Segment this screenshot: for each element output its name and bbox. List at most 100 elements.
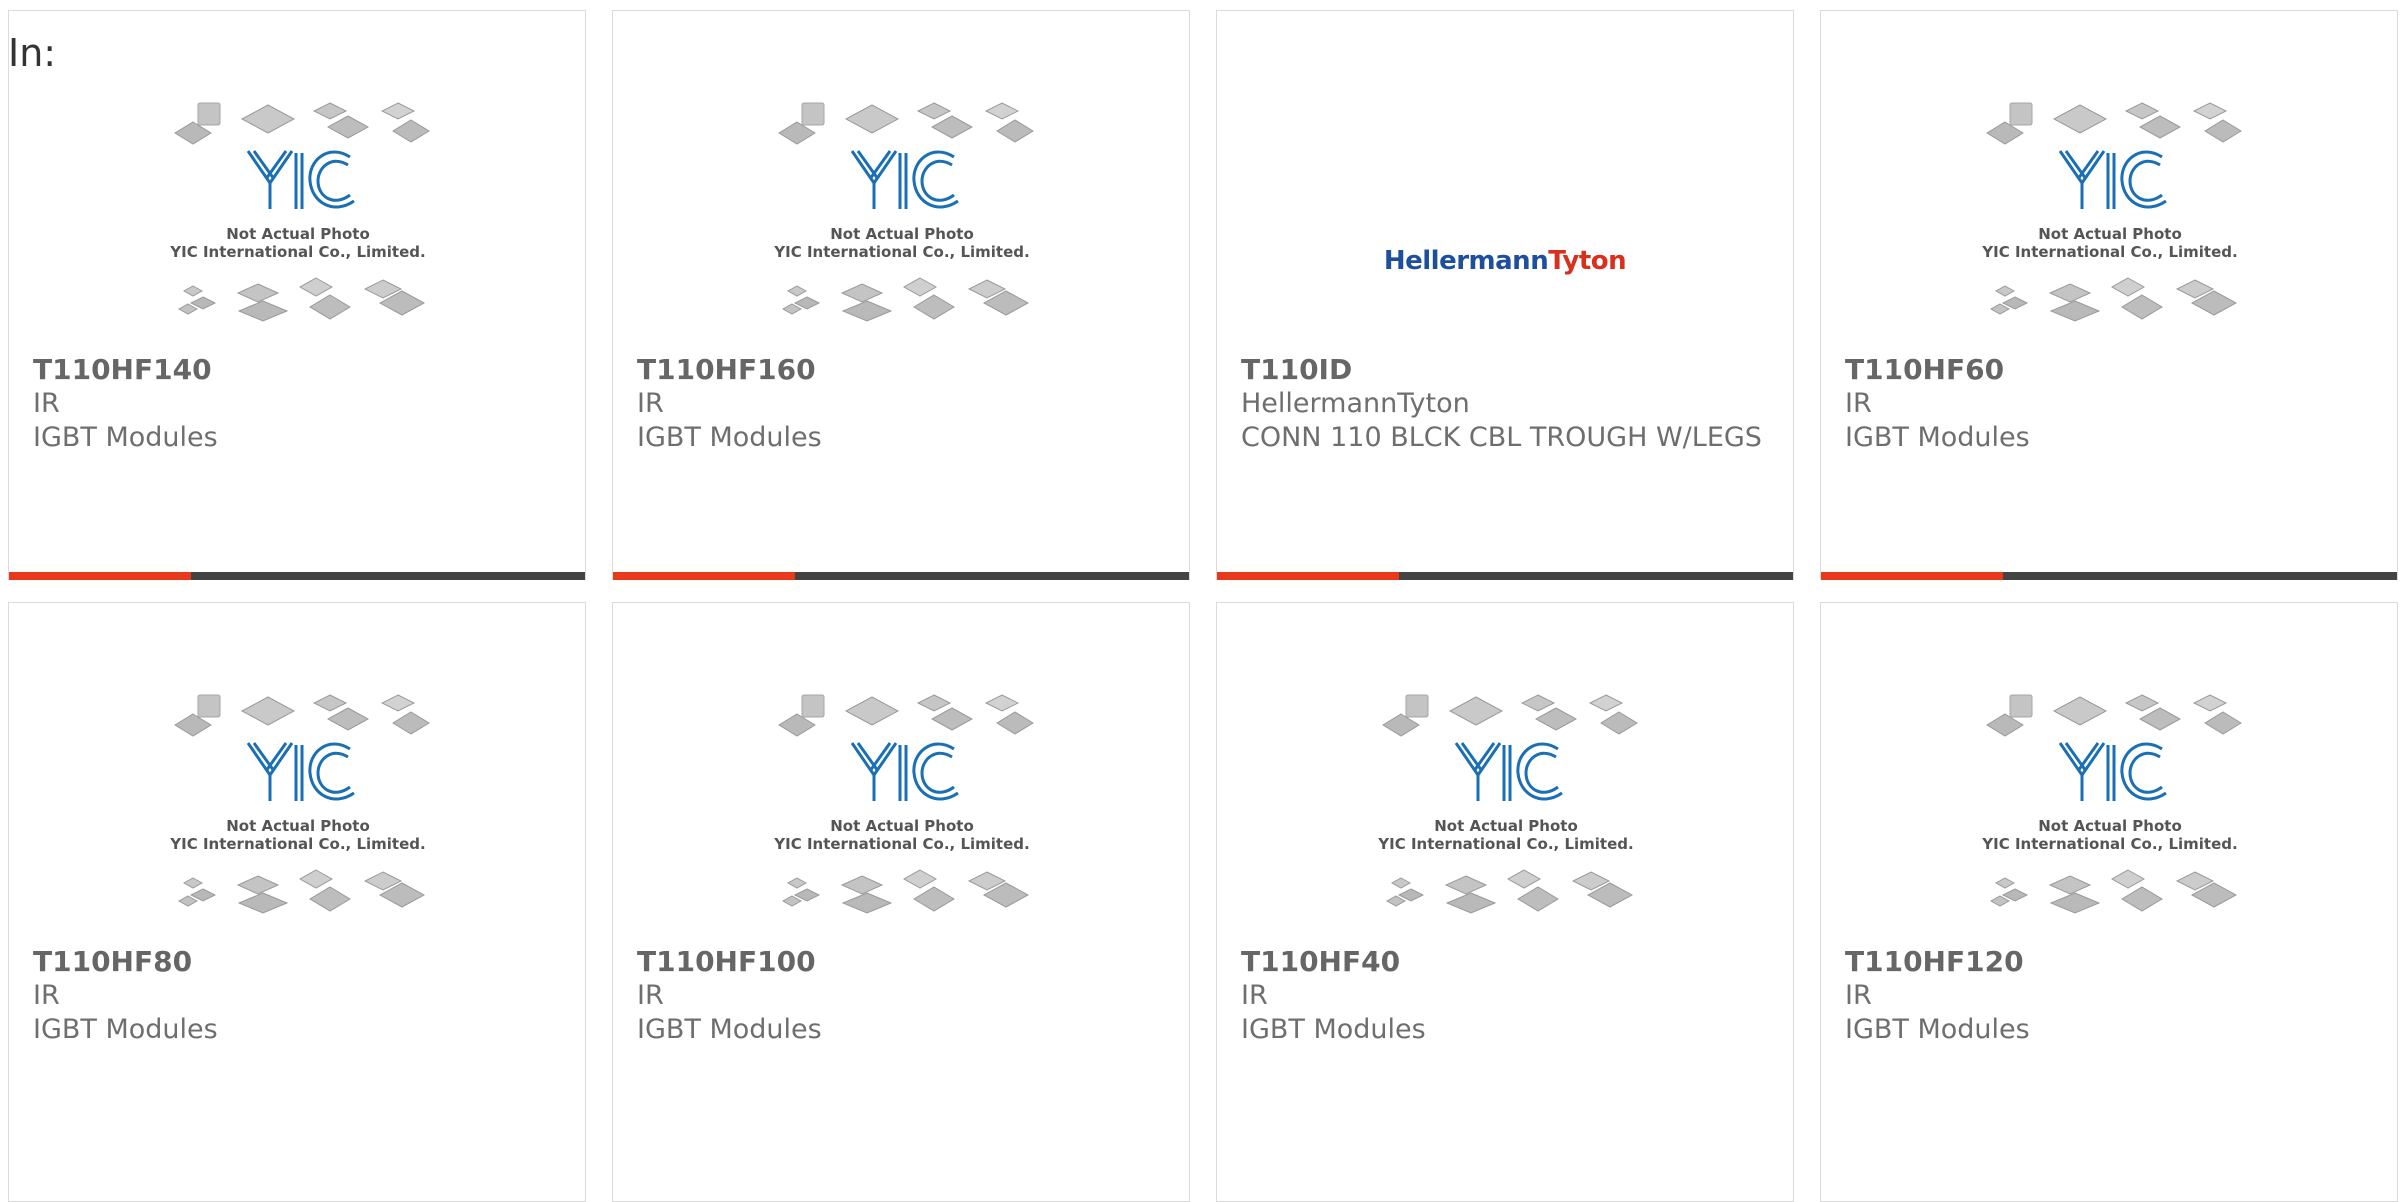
placeholder-caption: YIC International Co., Limited. — [1981, 835, 2237, 853]
chip-icon — [1588, 694, 1624, 712]
part-number[interactable]: T110HF120 — [1845, 945, 2377, 979]
chip-icon — [2204, 119, 2242, 143]
placeholder-caption: Not Actual Photo — [226, 225, 370, 243]
description: IGBT Modules — [637, 1014, 822, 1045]
product-image[interactable]: Not Actual Photo YIC International Co., L… — [1821, 91, 2397, 341]
chip-icon — [1385, 895, 1407, 907]
card-bottom-bar — [9, 572, 585, 580]
part-number[interactable]: T110HF100 — [637, 945, 1169, 979]
part-number[interactable]: T110HF60 — [1845, 353, 2377, 387]
product-image[interactable]: Not Actual Photo YIC International Co., L… — [1217, 683, 1793, 933]
chip-icon — [2121, 294, 2163, 320]
chip-icon — [182, 877, 204, 889]
chip-icon — [1989, 303, 2011, 315]
product-card[interactable]: Not Actual Photo YIC International Co., L… — [612, 602, 1190, 1202]
chip-icon — [309, 294, 351, 320]
chip-icon — [237, 892, 289, 914]
chip-icon — [913, 294, 955, 320]
product-card[interactable]: Not Actual Photo YIC International Co., L… — [8, 10, 586, 580]
chip-icon — [1405, 694, 1429, 718]
chip-icon — [841, 300, 893, 322]
part-number[interactable]: T110HF80 — [33, 945, 565, 979]
product-card[interactable]: Not Actual Photo YIC International Co., L… — [8, 602, 586, 1202]
chip-icon — [2124, 694, 2160, 712]
placeholder-caption: YIC International Co., Limited. — [169, 243, 425, 261]
product-image[interactable]: HellermannTyton — [1217, 91, 1793, 341]
product-card[interactable]: HellermannTyton T110ID HellermannTyton C… — [1216, 10, 1794, 580]
product-image[interactable]: Not Actual Photo YIC International Co., L… — [613, 683, 1189, 933]
description: IGBT Modules — [637, 422, 822, 453]
manufacturer: IR — [637, 980, 664, 1011]
manufacturer: IR — [1845, 388, 1872, 419]
description: IGBT Modules — [1845, 1014, 2030, 1045]
chip-icon — [1994, 285, 2016, 297]
chip-icon — [2049, 300, 2101, 322]
chip-icon — [326, 707, 370, 731]
chip-icon — [2048, 875, 2092, 895]
product-image[interactable]: Not Actual Photo YIC International Co., L… — [1821, 683, 2397, 933]
description: IGBT Modules — [1845, 422, 2030, 453]
chip-icon — [2052, 696, 2108, 726]
product-image[interactable]: Not Actual Photo YIC International Co., L… — [613, 91, 1189, 341]
manufacturer: IR — [1241, 980, 1268, 1011]
chip-icon — [177, 303, 199, 315]
chip-icon — [2009, 694, 2033, 718]
chip-icon — [2192, 694, 2228, 712]
chip-icon — [2138, 115, 2182, 139]
chip-icon — [392, 711, 430, 735]
chip-icon — [380, 694, 416, 712]
chip-icon — [236, 875, 280, 895]
yic-placeholder-image: Not Actual PhotoYIC International Co., L… — [1981, 694, 2242, 914]
chip-icon — [2048, 283, 2092, 303]
placeholder-caption: Not Actual Photo — [2038, 817, 2182, 835]
chip-icon — [996, 711, 1034, 735]
chip-icon — [2121, 886, 2163, 912]
chip-icon — [2110, 869, 2146, 889]
filter-label: In: — [8, 31, 57, 75]
product-card[interactable]: Not Actual Photo YIC International Co., L… — [612, 10, 1190, 580]
part-number[interactable]: T110HF140 — [33, 353, 565, 387]
description: CONN 110 BLCK CBL TROUGH W/LEGS — [1241, 422, 1762, 453]
yic-placeholder-image: Not Actual PhotoYIC International Co., L… — [773, 102, 1034, 322]
product-image[interactable]: Not Actual Photo YIC International Co., L… — [9, 91, 585, 341]
card-bottom-bar — [1821, 572, 2397, 580]
part-number[interactable]: T110HF40 — [1241, 945, 1773, 979]
chip-icon — [309, 886, 351, 912]
placeholder-caption: YIC International Co., Limited. — [169, 835, 425, 853]
yic-logo-icon — [2058, 742, 2167, 801]
part-number[interactable]: T110HF160 — [637, 353, 1169, 387]
placeholder-caption: Not Actual Photo — [2038, 225, 2182, 243]
card-bottom-bar — [1217, 572, 1793, 580]
description: IGBT Modules — [33, 1014, 218, 1045]
chip-icon — [298, 277, 334, 297]
product-card[interactable]: Not Actual Photo YIC International Co., L… — [1820, 602, 2398, 1202]
placeholder-caption: YIC International Co., Limited. — [773, 835, 1029, 853]
hellermanntyton-logo: HellermannTyton — [1383, 246, 1627, 276]
chip-icon — [1506, 869, 1542, 889]
chip-icon — [2124, 102, 2160, 120]
chip-icon — [902, 869, 938, 889]
yic-logo-icon — [850, 150, 959, 209]
chip-icon — [1444, 875, 1488, 895]
product-card[interactable]: Not Actual Photo YIC International Co., L… — [1216, 602, 1794, 1202]
chip-icon — [326, 115, 370, 139]
product-card[interactable]: Not Actual Photo YIC International Co., L… — [1820, 10, 2398, 580]
chip-icon — [984, 694, 1020, 712]
yic-logo-icon — [850, 742, 959, 801]
description: IGBT Modules — [1241, 1014, 1426, 1045]
card-accent — [613, 572, 795, 580]
manufacturer: HellermannTyton — [1241, 388, 1470, 419]
yic-logo-icon — [246, 150, 355, 209]
placeholder-caption: YIC International Co., Limited. — [773, 243, 1029, 261]
chip-icon — [996, 119, 1034, 143]
chip-icon — [930, 707, 974, 731]
chip-icon — [2138, 707, 2182, 731]
chip-icon — [2110, 277, 2146, 297]
part-number[interactable]: T110ID — [1241, 353, 1773, 387]
card-bottom-bar — [613, 572, 1189, 580]
chip-icon — [240, 104, 296, 134]
manufacturer: IR — [33, 388, 60, 419]
placeholder-caption: Not Actual Photo — [226, 817, 370, 835]
chip-icon — [197, 694, 221, 718]
product-image[interactable]: Not Actual Photo YIC International Co., L… — [9, 683, 585, 933]
